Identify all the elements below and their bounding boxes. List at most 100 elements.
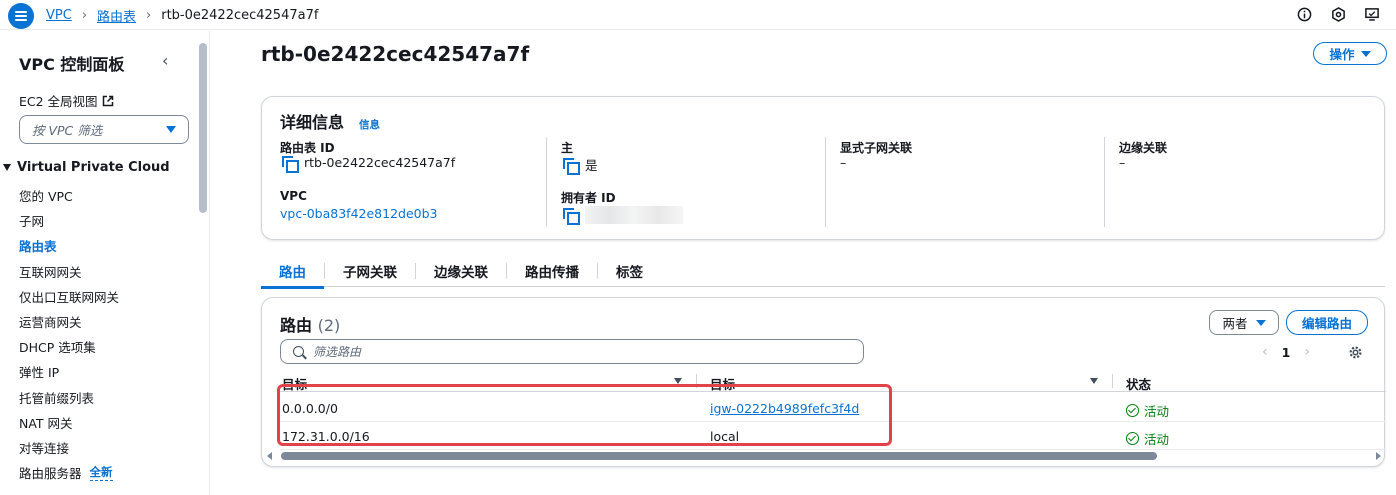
- sidebar-item-dhcp-options[interactable]: DHCP 选项集: [19, 334, 119, 359]
- breadcrumb-vpc[interactable]: VPC: [46, 8, 72, 23]
- vpc-filter-select[interactable]: 按 VPC 筛选: [19, 115, 189, 144]
- divider: [546, 137, 547, 227]
- sidebar-item-label: DHCP 选项集: [19, 340, 96, 356]
- explicit-subnet-value: –: [840, 155, 847, 170]
- divider: [825, 137, 826, 227]
- sidebar-ec2-link[interactable]: EC2 全局视图: [19, 91, 114, 110]
- sidebar-item-peering[interactable]: 对等连接: [19, 435, 119, 460]
- sidebar-item-elastic-ip[interactable]: 弹性 IP: [19, 359, 119, 384]
- routes-count: (2): [317, 316, 341, 335]
- chevron-right-icon[interactable]: ›: [1304, 344, 1310, 360]
- menu-icon[interactable]: [8, 3, 34, 29]
- copy-icon[interactable]: [563, 208, 580, 225]
- tab-route-propagation[interactable]: 路由传播: [507, 255, 597, 287]
- sidebar: VPC 控制面板 ‹ EC2 全局视图 按 VPC 筛选 Virtual Pri…: [0, 31, 210, 495]
- chevron-left-icon[interactable]: ‹: [1262, 344, 1268, 360]
- details-col-2: 主 是 拥有者 ID: [561, 139, 823, 229]
- tab-routes[interactable]: 路由: [261, 255, 324, 289]
- route-filter-input[interactable]: 筛选路由: [280, 339, 864, 364]
- copy-icon[interactable]: [282, 155, 299, 173]
- column-divider[interactable]: [1112, 374, 1113, 388]
- scroll-right-icon[interactable]: [1376, 452, 1381, 460]
- route-filter-placeholder: 筛选路由: [313, 345, 362, 359]
- details-col-1: 路由表 ID rtb-0e2422cec42547a7f VPC vpc-0ba…: [280, 139, 542, 229]
- caret-down-icon: [3, 164, 11, 171]
- top-bar: VPC › 路由表 › rtb-0e2422cec42547a7f: [0, 0, 1396, 30]
- actions-label: 操作: [1329, 47, 1355, 62]
- route-status-text: 活动: [1144, 432, 1170, 447]
- highlight-box: [277, 384, 892, 446]
- sidebar-item-label: NAT 网关: [19, 415, 73, 431]
- sidebar-item-subnets[interactable]: 子网: [19, 208, 119, 233]
- sidebar-item-route-tables[interactable]: 路由表: [19, 233, 119, 258]
- route-status: 活动: [1126, 401, 1169, 420]
- sidebar-item-nat-gateways[interactable]: NAT 网关: [19, 410, 119, 435]
- owner-id-value: [563, 206, 683, 225]
- routes-heading: 路由 (2): [280, 312, 340, 336]
- sidebar-item-label: 弹性 IP: [19, 365, 60, 381]
- sidebar-item-egress-only-igw[interactable]: 仅出口互联网网关: [19, 284, 119, 309]
- edge-association-value: –: [1119, 155, 1126, 170]
- edit-routes-button[interactable]: 编辑路由: [1286, 310, 1368, 335]
- gear-icon[interactable]: [1348, 345, 1363, 364]
- sidebar-scrollbar[interactable]: [199, 43, 207, 213]
- route-type-label: 两者: [1222, 316, 1248, 331]
- sidebar-section-vpc[interactable]: Virtual Private Cloud: [3, 160, 170, 175]
- sidebar-item-your-vpcs[interactable]: 您的 VPC: [19, 183, 119, 208]
- breadcrumb: VPC › 路由表 › rtb-0e2422cec42547a7f: [46, 6, 318, 25]
- main-value-text: 是: [585, 158, 598, 173]
- chevron-right-icon: ›: [81, 8, 88, 23]
- info-link[interactable]: 信息: [359, 117, 380, 132]
- new-badge: 全新: [89, 465, 113, 482]
- tab-subnet-associations[interactable]: 子网关联: [325, 255, 415, 287]
- route-status-text: 活动: [1144, 404, 1170, 419]
- scroll-left-icon[interactable]: [267, 452, 272, 460]
- sidebar-item-label: 您的 VPC: [19, 189, 73, 205]
- chevron-left-icon[interactable]: ‹: [162, 51, 168, 70]
- horizontal-scrollbar[interactable]: [265, 451, 1383, 461]
- sidebar-item-label: 互联网网关: [19, 264, 82, 280]
- page-title: rtb-0e2422cec42547a7f: [261, 42, 530, 66]
- sidebar-item-label: 路由服务器: [19, 466, 82, 482]
- breadcrumb-route-tables[interactable]: 路由表: [97, 6, 136, 25]
- scrollbar-thumb[interactable]: [281, 452, 1157, 460]
- vpc-filter-placeholder: 按 VPC 筛选: [32, 123, 103, 138]
- sidebar-item-label: 托管前缀列表: [19, 390, 95, 406]
- column-status[interactable]: 状态: [1126, 374, 1151, 393]
- route-type-select[interactable]: 两者: [1209, 310, 1279, 335]
- sort-icon[interactable]: [1090, 378, 1098, 384]
- sidebar-item-route-servers[interactable]: 路由服务器 全新: [19, 460, 119, 485]
- page-number[interactable]: 1: [1282, 345, 1291, 360]
- info-icon[interactable]: [1296, 6, 1312, 22]
- sidebar-ec2-label: EC2 全局视图: [19, 94, 98, 109]
- actions-button[interactable]: 操作: [1313, 42, 1387, 65]
- route-status: 活动: [1126, 429, 1169, 448]
- sidebar-item-label: 子网: [19, 214, 45, 230]
- explicit-subnet-label: 显式子网关联: [840, 141, 913, 155]
- success-icon: [1126, 432, 1139, 445]
- routes-panel: 路由 (2) 两者 编辑路由 筛选路由 ‹ 1 › 目标 目标 状态 0.0.0…: [261, 297, 1386, 467]
- divider: [1104, 137, 1105, 227]
- owner-id-label: 拥有者 ID: [561, 191, 616, 205]
- tab-bar: 路由 子网关联 边缘关联 路由传播 标签: [261, 255, 1385, 289]
- details-col-3: 显式子网关联 –: [840, 139, 1102, 229]
- sidebar-item-internet-gateways[interactable]: 互联网网关: [19, 259, 119, 284]
- caret-down-icon: [1255, 319, 1266, 326]
- route-table-id-value: rtb-0e2422cec42547a7f: [282, 155, 456, 173]
- details-panel: 详细信息 信息 路由表 ID rtb-0e2422cec42547a7f VPC…: [261, 96, 1385, 240]
- sidebar-title: VPC 控制面板: [19, 55, 125, 74]
- sidebar-item-prefix-lists[interactable]: 托管前缀列表: [19, 385, 119, 410]
- route-table-id-text: rtb-0e2422cec42547a7f: [304, 155, 456, 170]
- vpc-label: VPC: [280, 189, 307, 203]
- vpc-value: vpc-0ba83f42e812de0b3: [280, 206, 438, 221]
- edge-association-label: 边缘关联: [1119, 141, 1168, 155]
- vpc-link[interactable]: vpc-0ba83f42e812de0b3: [280, 206, 438, 221]
- external-link-icon: [102, 95, 113, 106]
- settings-hex-icon[interactable]: [1330, 6, 1346, 22]
- tab-tags[interactable]: 标签: [598, 255, 661, 287]
- tab-edge-associations[interactable]: 边缘关联: [416, 255, 506, 287]
- sidebar-item-carrier-gateways[interactable]: 运营商网关: [19, 309, 119, 334]
- sidebar-item-label: 运营商网关: [19, 315, 82, 331]
- feedback-icon[interactable]: [1364, 6, 1380, 22]
- copy-icon[interactable]: [563, 157, 580, 175]
